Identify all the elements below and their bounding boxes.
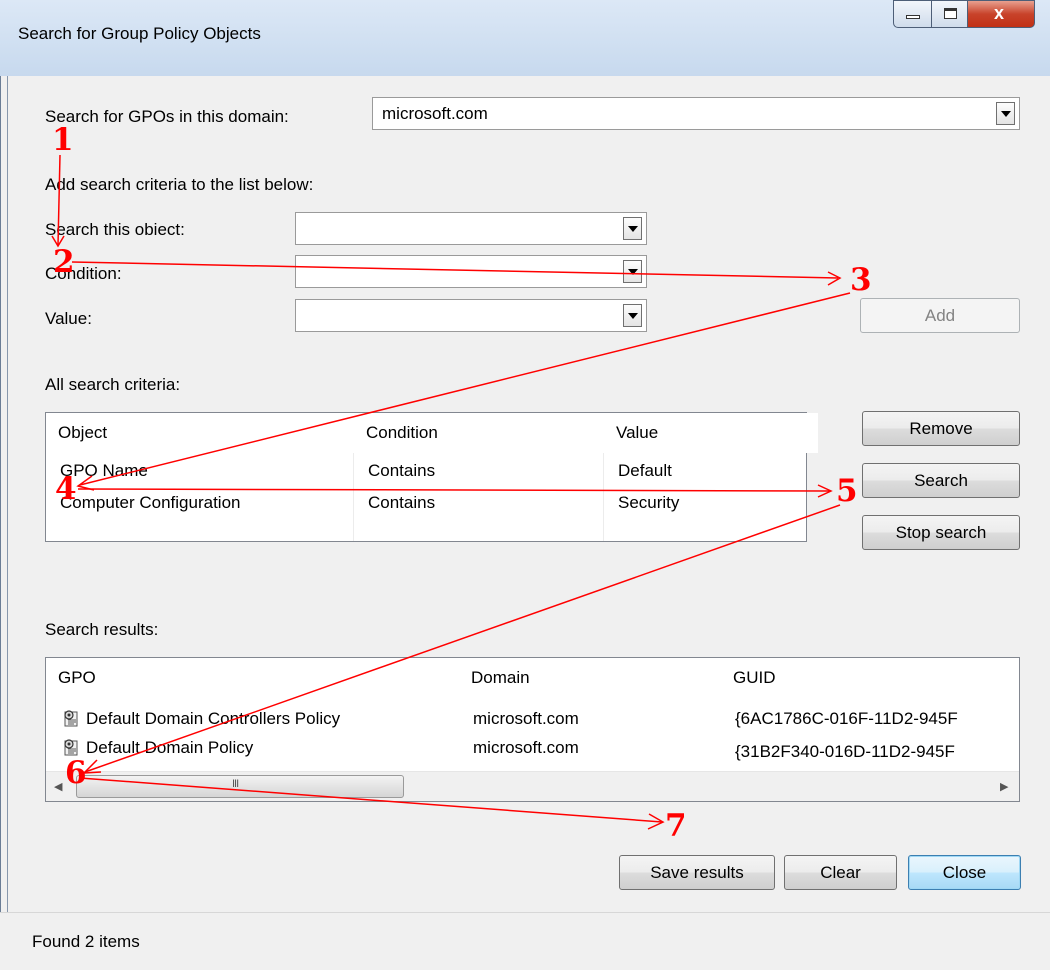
criteria-intro: Add search criteria to the list below: [45,175,314,194]
minimize-button[interactable] [893,0,932,28]
minimize-icon [906,15,920,19]
criteria-row-1-condition[interactable]: Contains [368,461,435,481]
column-header-object[interactable]: Object [46,413,367,453]
result-row-2-gpo[interactable]: Default Domain Policy [86,738,253,758]
criteria-list-label: All search criteria: [45,375,181,394]
result-row-2-guid[interactable]: {31B2F340-016D-11D2-945F [735,742,955,762]
clear-button[interactable]: Clear [784,855,897,890]
domain-select[interactable]: microsoft.com [372,97,1020,130]
close-button[interactable]: Close [908,855,1021,890]
window-title: Search for Group Policy Objects [18,24,261,43]
maximize-icon [944,8,957,19]
save-results-button[interactable]: Save results [619,855,775,890]
criteria-row-1-value[interactable]: Default [618,461,672,481]
maximize-button[interactable] [931,0,968,28]
column-header-guid[interactable]: GUID [721,658,1019,698]
scrollbar-grip: III [232,778,239,790]
scroll-left-icon[interactable]: ◀ [54,780,62,793]
result-row-1-guid[interactable]: {6AC1786C-016F-11D2-945F [735,709,958,729]
close-window-button[interactable]: x [967,0,1035,28]
object-label: Search this obiect: [45,220,185,239]
remove-button[interactable]: Remove [862,411,1020,446]
chevron-down-icon[interactable] [623,260,642,283]
column-header-domain[interactable]: Domain [459,658,734,698]
criteria-listview[interactable]: Object Condition Value GPO Name Contains… [45,412,818,542]
status-text: Found 2 items [32,932,140,951]
close-icon: x [994,3,1005,23]
horizontal-scrollbar[interactable]: ◀ III ▶ [46,771,1019,801]
chevron-down-icon[interactable] [623,304,642,327]
column-header-condition[interactable]: Condition [354,413,617,453]
condition-label: Condition: [45,264,122,283]
column-header-gpo[interactable]: GPO [46,658,472,698]
results-label: Search results: [45,620,159,639]
domain-value: microsoft.com [382,104,488,123]
add-button[interactable]: Add [860,298,1020,333]
domain-label: Search for GPOs in this domain: [45,107,289,126]
stop-search-button[interactable]: Stop search [862,515,1020,550]
value-label: Value: [45,309,92,328]
condition-select[interactable] [295,255,647,288]
criteria-row-2-condition[interactable]: Contains [368,493,435,513]
criteria-row-1-object[interactable]: GPO Name [60,461,148,481]
search-button[interactable]: Search [862,463,1020,498]
object-select[interactable] [295,212,647,245]
chevron-down-icon[interactable] [996,102,1015,125]
column-divider [353,453,354,541]
criteria-row-2-object[interactable]: Computer Configuration [60,493,240,513]
status-bar [0,912,1050,970]
gpo-scroll-icon [64,710,78,727]
gpo-scroll-icon [64,739,78,756]
result-row-1-gpo[interactable]: Default Domain Controllers Policy [86,709,340,729]
results-listview[interactable]: GPO Domain GUID Default Domain Controlle… [45,657,1020,802]
result-row-1-domain[interactable]: microsoft.com [473,709,579,729]
column-header-value[interactable]: Value [604,413,818,453]
column-divider [603,453,604,541]
value-select[interactable] [295,299,647,332]
chevron-down-icon[interactable] [623,217,642,240]
result-row-2-domain[interactable]: microsoft.com [473,738,579,758]
criteria-row-2-value[interactable]: Security [618,493,679,513]
scroll-right-icon[interactable]: ▶ [1000,780,1008,793]
scrollbar-thumb[interactable]: III [76,775,404,798]
